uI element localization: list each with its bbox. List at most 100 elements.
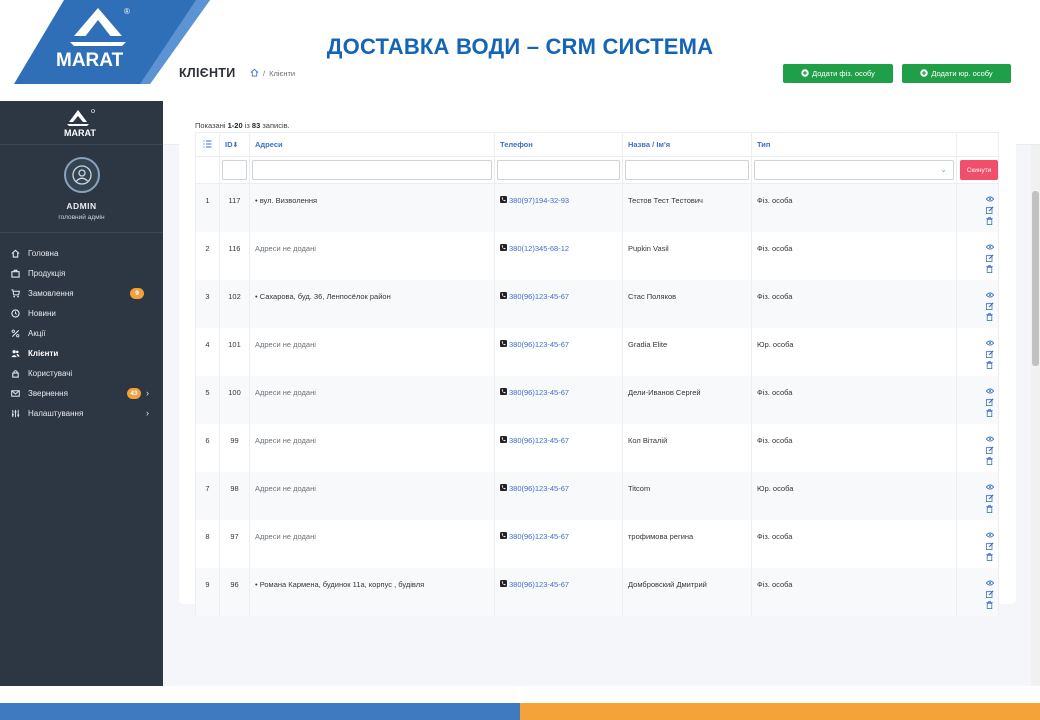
sidebar-user: ADMIN головний адмін xyxy=(0,145,163,233)
client-name: Gradia Elite xyxy=(622,327,752,376)
row-number: 9 xyxy=(195,567,220,616)
phone-link[interactable]: 380(96)123-45-67 xyxy=(509,484,569,493)
phone-link[interactable]: 380(96)123-45-67 xyxy=(509,436,569,445)
home-icon xyxy=(10,248,20,258)
sidebar-item-users[interactable]: Користувачі xyxy=(0,363,163,383)
edit-icon[interactable] xyxy=(985,445,994,455)
sidebar-item-products[interactable]: Продукція xyxy=(0,263,163,283)
sidebar-item-home[interactable]: Головна xyxy=(0,243,163,263)
phone-icon xyxy=(500,196,507,205)
sidebar-item-news[interactable]: Новини xyxy=(0,303,163,323)
add-individual-button[interactable]: Додати фіз. особу xyxy=(783,64,893,83)
client-phone[interactable]: 380(96)123-45-67 xyxy=(494,327,623,376)
client-type: Фіз. особа xyxy=(751,423,957,472)
column-type[interactable]: Тип xyxy=(751,132,957,157)
edit-icon[interactable] xyxy=(985,589,994,599)
delete-icon[interactable] xyxy=(985,408,994,418)
delete-icon[interactable] xyxy=(985,504,994,514)
view-icon[interactable] xyxy=(985,530,994,540)
row-number: 4 xyxy=(195,327,220,376)
clients-table: ID⬇ Адреси Телефон Назва / Ім'я Тип ⌄ Ск… xyxy=(195,132,999,616)
client-type: Фіз. особа xyxy=(751,279,957,328)
row-number: 6 xyxy=(195,423,220,472)
plus-circle-icon xyxy=(920,68,929,79)
sidebar-logo[interactable]: MARAT xyxy=(0,101,163,145)
view-icon[interactable] xyxy=(985,242,994,252)
sidebar-item-settings[interactable]: Налаштування › xyxy=(0,403,163,423)
records-summary: Показані 1-20 із 83 записів. xyxy=(195,121,290,130)
client-phone[interactable]: 380(12)345-68-12 xyxy=(494,231,623,280)
view-icon[interactable] xyxy=(985,194,994,204)
phone-link[interactable]: 380(96)123-45-67 xyxy=(509,292,569,301)
filter-name-input[interactable] xyxy=(625,160,749,180)
delete-icon[interactable] xyxy=(985,456,994,466)
edit-icon[interactable] xyxy=(985,205,994,215)
view-icon[interactable] xyxy=(985,434,994,444)
client-name: трофимова регина xyxy=(622,519,752,568)
reset-filters-button[interactable]: Скинути xyxy=(960,160,998,180)
phone-link[interactable]: 380(96)123-45-67 xyxy=(509,532,569,541)
home-icon[interactable] xyxy=(250,68,259,79)
sidebar-item-orders[interactable]: Замовлення 9 xyxy=(0,283,163,303)
chevron-right-icon: › xyxy=(146,388,149,398)
view-icon[interactable] xyxy=(985,578,994,588)
delete-icon[interactable] xyxy=(985,264,994,274)
sidebar-item-label: Замовлення xyxy=(28,288,74,298)
phone-link[interactable]: 380(96)123-45-67 xyxy=(509,340,569,349)
delete-icon[interactable] xyxy=(985,312,994,322)
view-icon[interactable] xyxy=(985,290,994,300)
view-icon[interactable] xyxy=(985,482,994,492)
column-address[interactable]: Адреси xyxy=(249,132,495,157)
client-phone[interactable]: 380(96)123-45-67 xyxy=(494,423,623,472)
client-phone[interactable]: 380(96)123-45-67 xyxy=(494,567,623,616)
phone-link[interactable]: 380(96)123-45-67 xyxy=(509,580,569,589)
view-icon[interactable] xyxy=(985,386,994,396)
edit-icon[interactable] xyxy=(985,301,994,311)
edit-icon[interactable] xyxy=(985,253,994,263)
column-name[interactable]: Назва / Ім'я xyxy=(622,132,752,157)
client-phone[interactable]: 380(96)123-45-67 xyxy=(494,471,623,520)
edit-icon[interactable] xyxy=(985,397,994,407)
table-row: 2 116 Адреси не додані 380(12)345-68-12 Pupk… xyxy=(195,231,999,280)
column-phone[interactable]: Телефон xyxy=(494,132,623,157)
filter-id-input[interactable] xyxy=(222,160,247,180)
table-row: 9 96 • Романа Кармена, будинок 11а, корпус… xyxy=(195,567,999,616)
add-company-button[interactable]: Додати юр. особу xyxy=(902,64,1011,83)
delete-icon[interactable] xyxy=(985,360,994,370)
client-address: • Сахарова, буд. 36, Ленпосёлок район xyxy=(249,279,495,328)
sidebar-item-promotions[interactable]: Акції xyxy=(0,323,163,343)
user-avatar-icon[interactable] xyxy=(63,157,100,193)
filter-type-select[interactable]: ⌄ xyxy=(754,160,954,180)
sidebar-item-clients[interactable]: Клієнти xyxy=(0,343,163,363)
client-phone[interactable]: 380(96)123-45-67 xyxy=(494,375,623,424)
filter-address-input[interactable] xyxy=(252,160,492,180)
client-id: 96 xyxy=(219,567,250,616)
edit-icon[interactable] xyxy=(985,541,994,551)
phone-link[interactable]: 380(97)194-32-93 xyxy=(509,196,569,205)
phone-link[interactable]: 380(12)345-68-12 xyxy=(509,244,569,253)
delete-icon[interactable] xyxy=(985,216,994,226)
sidebar-item-label: Продукція xyxy=(28,268,66,278)
list-icon[interactable] xyxy=(195,132,220,157)
client-phone[interactable]: 380(97)194-32-93 xyxy=(494,183,623,232)
client-type: Фіз. особа xyxy=(751,567,957,616)
client-type: Фіз. особа xyxy=(751,231,957,280)
client-phone[interactable]: 380(96)123-45-67 xyxy=(494,279,623,328)
client-id: 99 xyxy=(219,423,250,472)
column-id[interactable]: ID⬇ xyxy=(219,132,250,157)
box-icon xyxy=(10,268,20,278)
client-phone[interactable]: 380(96)123-45-67 xyxy=(494,519,623,568)
edit-icon[interactable] xyxy=(985,493,994,503)
scrollbar-thumb[interactable] xyxy=(1032,191,1039,366)
sidebar-item-label: Акції xyxy=(28,328,46,338)
delete-icon[interactable] xyxy=(985,600,994,610)
edit-icon[interactable] xyxy=(985,349,994,359)
clock-icon xyxy=(10,308,20,318)
filter-phone-input[interactable] xyxy=(497,160,620,180)
phone-link[interactable]: 380(96)123-45-67 xyxy=(509,388,569,397)
client-id: 101 xyxy=(219,327,250,376)
delete-icon[interactable] xyxy=(985,552,994,562)
sidebar-item-appeals[interactable]: Звернення 43 › xyxy=(0,383,163,403)
view-icon[interactable] xyxy=(985,338,994,348)
client-name: Домбровский Дмитрий xyxy=(622,567,752,616)
